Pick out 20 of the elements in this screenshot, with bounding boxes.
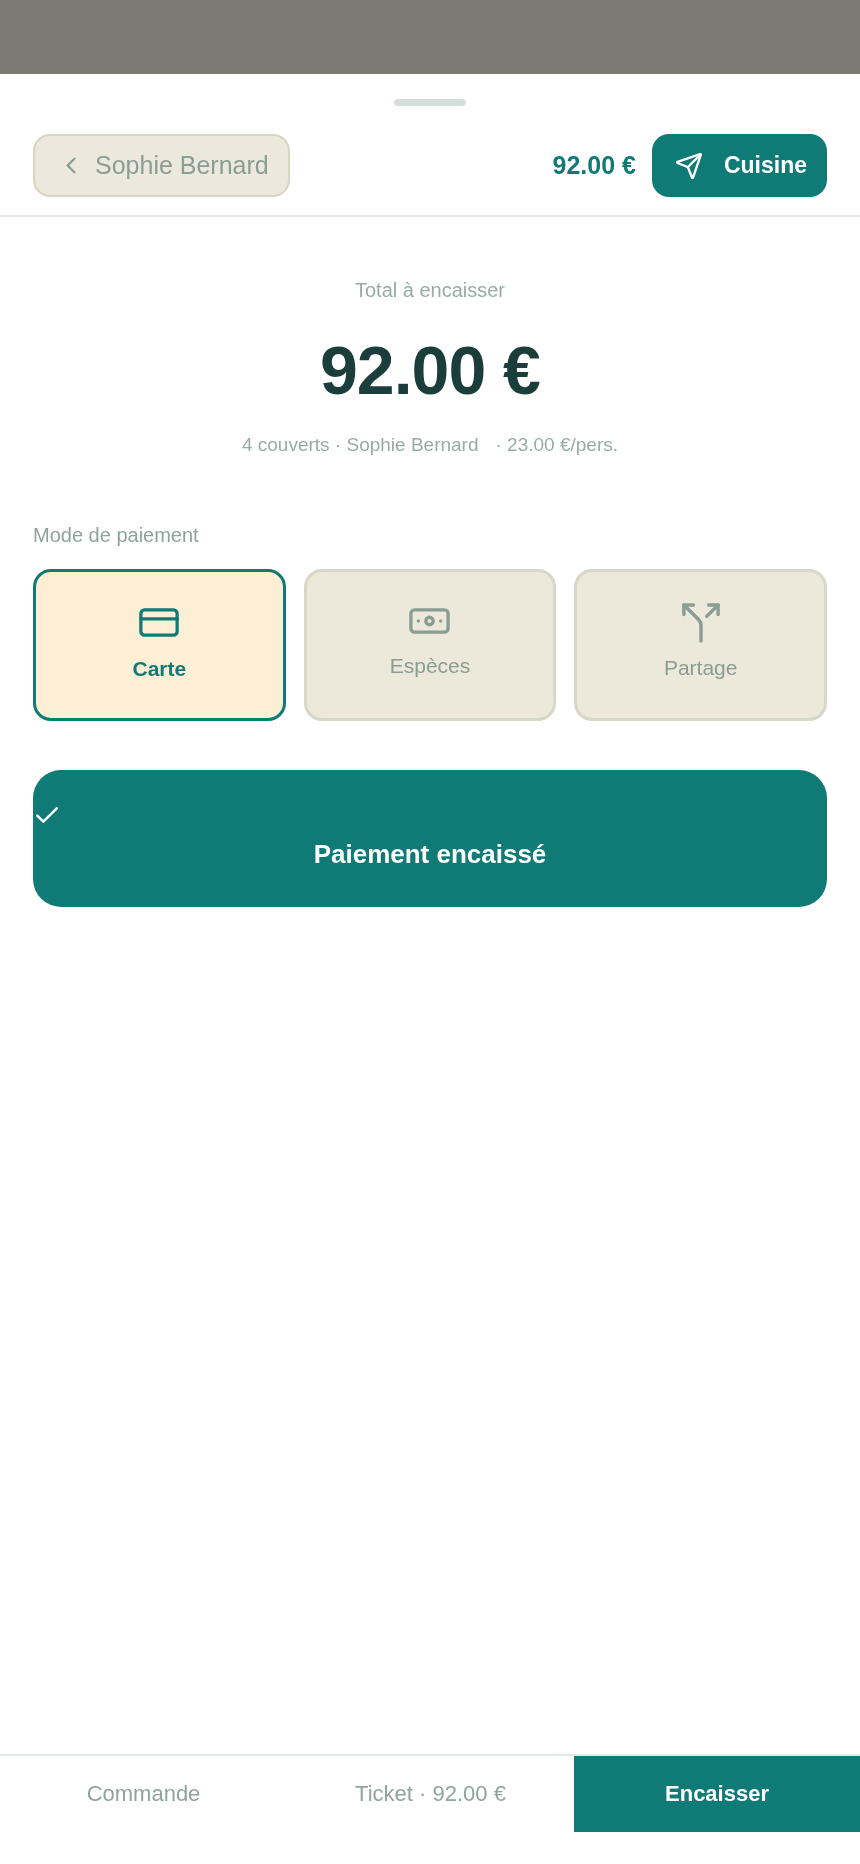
bottom-tab[interactable]: Encaisser	[574, 1756, 860, 1832]
payment-method-option[interactable]: Partage	[574, 569, 827, 721]
payment-method-option[interactable]: Carte	[33, 569, 286, 721]
order-detail: · 23.00 €/pers.	[495, 433, 619, 457]
drag-handle[interactable]	[394, 99, 466, 106]
split-arrows-icon	[681, 603, 720, 643]
order-total: 92.00 €	[552, 151, 636, 180]
order-detail: 4 couverts · Sophie Bernard	[241, 433, 479, 457]
confirm-payment-button[interactable]: Paiement encaissé	[33, 770, 827, 907]
total-label: Total à encaisser	[354, 278, 506, 302]
payment-method-option[interactable]: Espèces	[303, 569, 557, 721]
back-button[interactable]: Sophie Bernard	[33, 134, 290, 197]
check-icon	[36, 807, 58, 823]
section-label: Mode de paiement	[33, 523, 200, 547]
banknote-icon	[409, 608, 451, 634]
paper-plane-icon	[675, 152, 702, 179]
chevron-left-icon	[66, 157, 76, 174]
send-to-kitchen-button[interactable]: Cuisine	[651, 134, 827, 197]
total-amount: 92.00 €	[320, 331, 540, 410]
credit-card-icon	[139, 608, 180, 637]
